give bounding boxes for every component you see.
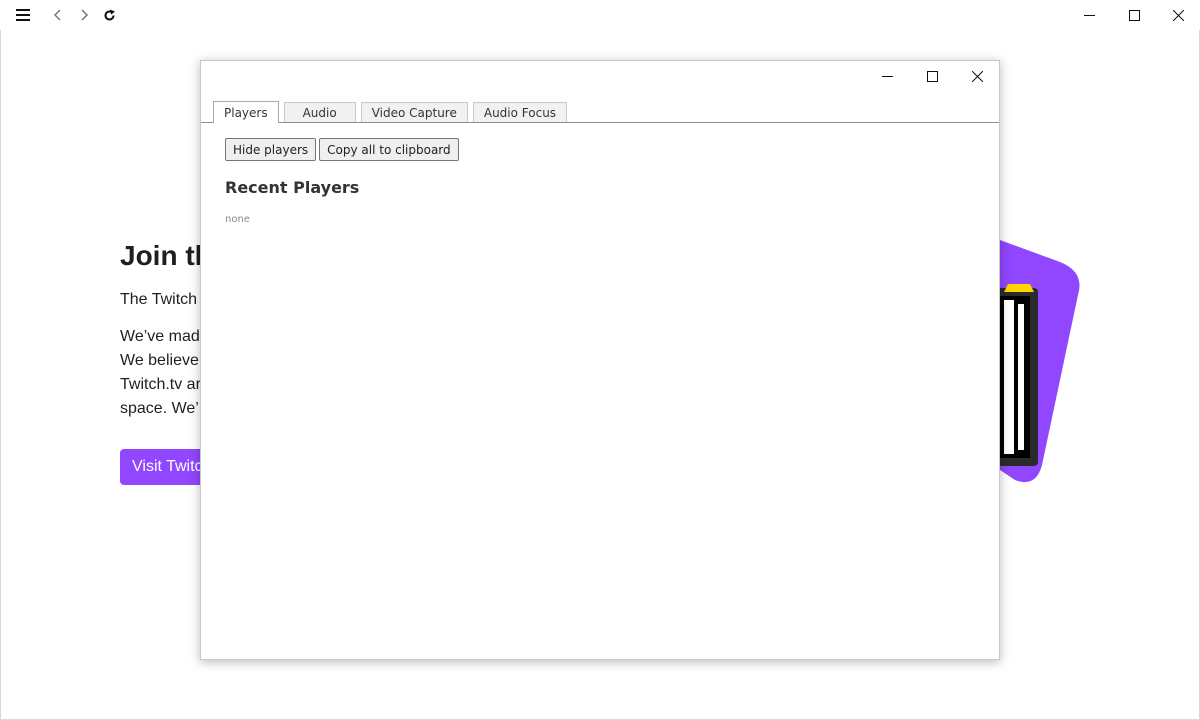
close-icon [971,70,983,82]
empty-state-text: none [225,214,250,225]
media-internals-dialog: Players Audio Video Capture Audio Focus … [200,60,1000,660]
back-button[interactable] [46,0,70,30]
page-heading: Join th [120,240,212,271]
forward-button[interactable] [72,0,96,30]
chevron-right-icon [81,9,89,21]
dialog-maximize-button[interactable] [910,61,954,91]
players-panel: Hide players Copy all to clipboard Recen… [225,138,459,225]
reload-button[interactable] [98,0,120,30]
dialog-close-button[interactable] [955,61,999,91]
window-minimize-button[interactable] [1066,0,1112,30]
chevron-left-icon [53,9,61,21]
recent-players-title: Recent Players [225,178,360,197]
maximize-icon [1128,9,1140,21]
dialog-tab-strip: Players Audio Video Capture Audio Focus [213,101,572,123]
reload-icon [104,9,115,20]
dialog-minimize-button[interactable] [865,61,909,91]
hamburger-menu-button[interactable] [8,0,38,30]
close-icon [1172,9,1184,21]
hamburger-icon [16,9,30,21]
minimize-icon [1083,14,1095,16]
tab-players[interactable]: Players [213,101,279,123]
dialog-titlebar [201,61,999,93]
browser-titlebar [0,0,1200,30]
window-close-button[interactable] [1155,0,1200,30]
page-lead-text: The Twitch [120,291,198,308]
tab-video-capture[interactable]: Video Capture [360,102,468,123]
tab-audio[interactable]: Audio [283,102,356,123]
hide-players-button[interactable]: Hide players [225,138,317,161]
copy-all-button[interactable]: Copy all to clipboard [319,138,459,161]
window-maximize-button[interactable] [1111,0,1157,30]
minimize-icon [881,75,893,77]
players-button-row: Hide players Copy all to clipboard [225,138,459,161]
tab-audio-focus[interactable]: Audio Focus [472,102,568,123]
maximize-icon [926,70,938,82]
tab-divider [201,122,999,123]
